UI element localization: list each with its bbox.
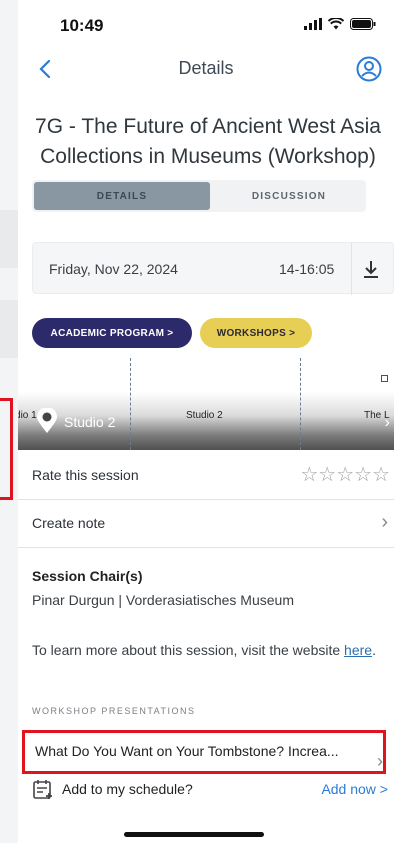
status-icons [304, 18, 376, 30]
status-time: 10:49 [60, 16, 104, 35]
background-chip [0, 300, 18, 358]
rate-session-row[interactable]: Rate this session ☆☆☆☆☆ [18, 452, 394, 500]
download-icon[interactable] [359, 257, 383, 281]
details-screen: 10:49 Details 7G - The Future of Ancient… [18, 0, 394, 843]
learn-more-label: To learn more about this session, visit … [32, 642, 341, 658]
website-link[interactable]: here [344, 642, 372, 658]
map-divider-line [300, 358, 301, 450]
presentation-item[interactable]: What Do You Want on Your Tombstone? Incr… [22, 730, 386, 774]
tag-academic-program[interactable]: ACADEMIC PROGRAM > [32, 318, 192, 348]
details-tabs: DETAILS DISCUSSION [32, 180, 366, 212]
add-to-schedule-label: Add to my schedule? [62, 781, 193, 797]
map-chevron-icon: › [384, 414, 390, 431]
battery-icon [350, 18, 376, 30]
tab-discussion[interactable]: DISCUSSION [214, 180, 364, 212]
map-pin-label: Studio 2 [64, 414, 116, 430]
page-title: Details [178, 58, 234, 78]
signal-icon [304, 18, 322, 30]
map-background [18, 358, 394, 392]
workshop-presentations-heading: WORKSHOP PRESENTATIONS [32, 706, 196, 716]
tag-workshops[interactable]: WORKSHOPS > [200, 318, 312, 348]
create-note-label: Create note [32, 515, 106, 531]
session-title: 7G - The Future of Ancient West Asia Col… [35, 115, 381, 168]
session-chair-name: Pinar Durgun | Vorderasiatisches Museum [32, 592, 294, 608]
highlight-box-left [0, 398, 13, 500]
calendar-add-icon [33, 780, 52, 799]
room-label: Studio 2 [186, 410, 223, 421]
wifi-icon [328, 18, 344, 30]
learn-more-text: To learn more about this session, visit … [32, 640, 382, 660]
rate-session-label: Rate this session [32, 467, 139, 483]
presentation-title: What Do You Want on Your Tombstone? Incr… [35, 743, 339, 759]
chevron-right-icon: › [377, 751, 383, 771]
divider [351, 243, 352, 295]
date-time-card: Friday, Nov 22, 2024 14-16:05 [32, 242, 394, 295]
session-date: Friday, Nov 22, 2024 [49, 261, 178, 277]
add-to-schedule-row: Add to my schedule? Add now > [18, 776, 394, 806]
background-chip [0, 210, 18, 268]
chevron-right-icon: › [381, 511, 388, 533]
room-map[interactable]: Studio 1 Studio 2 The L Studio 2 › [18, 358, 394, 450]
nav-bar: Details [18, 50, 394, 90]
session-time: 14-16:05 [279, 261, 335, 277]
room-label: Studio 1 [18, 410, 37, 421]
map-marker-square [381, 375, 388, 382]
session-chairs-heading: Session Chair(s) [32, 568, 143, 584]
learn-more-suffix: . [372, 642, 376, 658]
tab-details[interactable]: DETAILS [34, 182, 210, 210]
create-note-row[interactable]: Create note › [18, 500, 394, 548]
map-divider-line [130, 358, 131, 450]
location-pin-icon [37, 408, 57, 433]
profile-icon[interactable] [354, 54, 384, 84]
status-bar: 10:49 [18, 0, 394, 44]
add-now-button[interactable]: Add now > [321, 781, 388, 797]
star-rating-icon[interactable]: ☆☆☆☆☆ [300, 462, 390, 487]
home-indicator [124, 832, 264, 837]
